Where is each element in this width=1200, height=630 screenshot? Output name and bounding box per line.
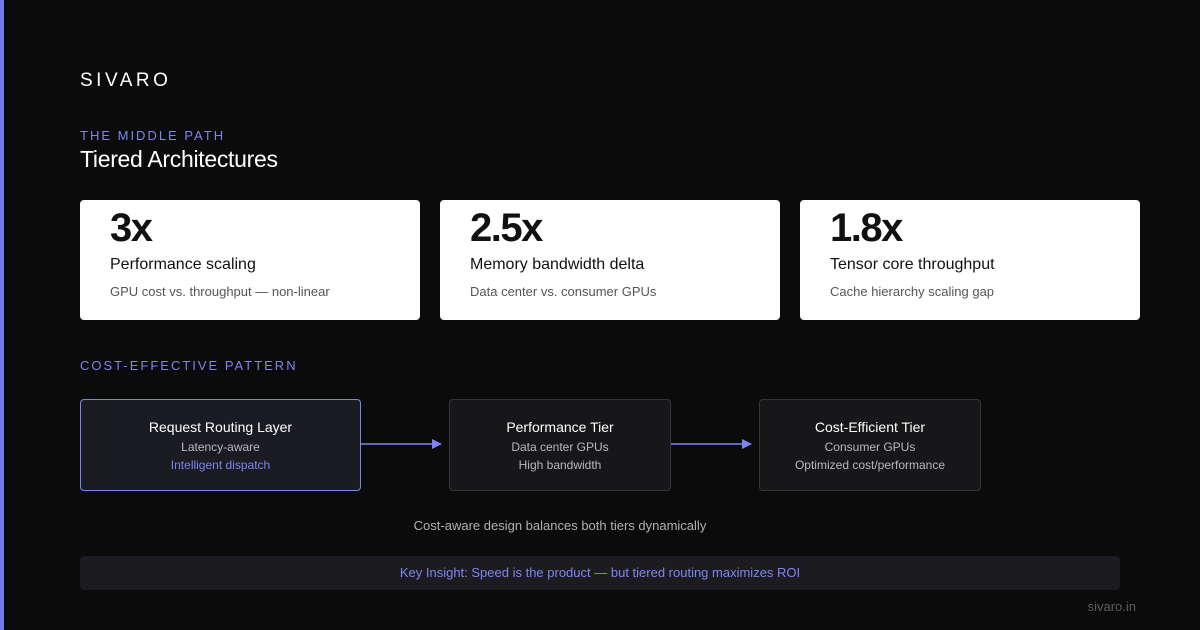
node-line: Intelligent dispatch	[170, 458, 271, 472]
stat-cards: 3x Performance scaling GPU cost vs. thro…	[80, 200, 1140, 320]
stat-label: Tensor core throughput	[830, 256, 995, 273]
node-line: Data center GPUs	[511, 440, 609, 454]
node-performance-tier: Performance Tier Data center GPUs High b…	[449, 399, 671, 491]
stat-value: 2.5x	[470, 206, 543, 250]
stat-card-memory: 2.5x Memory bandwidth delta Data center …	[440, 200, 780, 320]
section-eyebrow: THE MIDDLE PATH	[80, 128, 226, 143]
architecture-flow: Request Routing Layer Latency-aware Inte…	[80, 399, 1120, 491]
node-line: Latency-aware	[181, 440, 260, 454]
node-cost-efficient-tier: Cost-Efficient Tier Consumer GPUs Optimi…	[759, 399, 981, 491]
accent-bar	[0, 0, 4, 630]
footer-url: sivaro.in	[1087, 599, 1136, 614]
stat-card-performance: 3x Performance scaling GPU cost vs. thro…	[80, 200, 420, 320]
node-line: High bandwidth	[518, 458, 602, 472]
stat-desc: GPU cost vs. throughput — non-linear	[110, 284, 330, 299]
stat-value: 1.8x	[830, 206, 903, 250]
arrow-routing-to-performance	[361, 439, 442, 449]
stat-desc: Cache hierarchy scaling gap	[830, 284, 995, 299]
slide: SIVARO THE MIDDLE PATH Tiered Architectu…	[0, 0, 1200, 630]
node-title: Request Routing Layer	[148, 419, 293, 435]
pattern-eyebrow: COST-EFFECTIVE PATTERN	[80, 358, 298, 373]
stat-card-tensor: 1.8x Tensor core throughput Cache hierar…	[800, 200, 1140, 320]
stat-label: Performance scaling	[110, 256, 256, 273]
node-line: Consumer GPUs	[824, 440, 916, 454]
key-insight-banner: Key Insight: Speed is the product — but …	[80, 556, 1120, 590]
brand-logo: SIVARO	[80, 70, 172, 91]
stat-label: Memory bandwidth delta	[470, 256, 645, 273]
page-title: Tiered Architectures	[80, 146, 278, 172]
node-request-routing: Request Routing Layer Latency-aware Inte…	[80, 399, 361, 491]
node-title: Cost-Efficient Tier	[814, 419, 926, 435]
flow-caption: Cost-aware design balances both tiers dy…	[413, 518, 707, 533]
stat-desc: Data center vs. consumer GPUs	[470, 284, 657, 299]
arrow-performance-to-cost	[671, 439, 752, 449]
node-line: Optimized cost/performance	[794, 458, 946, 472]
stat-value: 3x	[110, 206, 153, 250]
node-title: Performance Tier	[506, 419, 614, 435]
